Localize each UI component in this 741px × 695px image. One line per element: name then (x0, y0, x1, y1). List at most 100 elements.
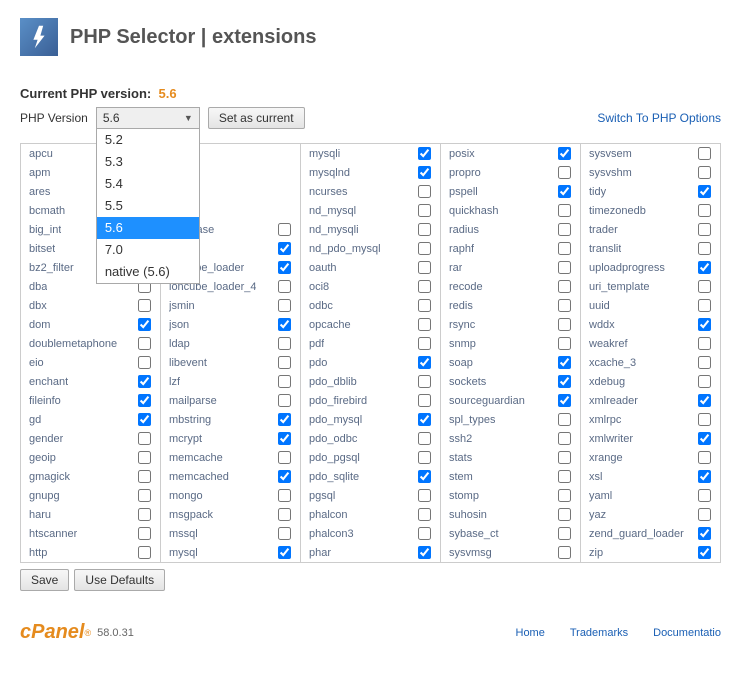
extension-checkbox[interactable] (698, 508, 711, 521)
extension-checkbox[interactable] (558, 299, 571, 312)
extension-checkbox[interactable] (418, 166, 431, 179)
extension-checkbox[interactable] (698, 375, 711, 388)
extension-checkbox[interactable] (138, 432, 151, 445)
extension-checkbox[interactable] (278, 356, 291, 369)
extension-checkbox[interactable] (418, 527, 431, 540)
extension-checkbox[interactable] (278, 299, 291, 312)
extension-checkbox[interactable] (558, 242, 571, 255)
php-version-select[interactable]: 5.6 ▼ 5.25.35.45.55.67.0native (5.6) (96, 107, 200, 129)
extension-checkbox[interactable] (278, 527, 291, 540)
extension-checkbox[interactable] (558, 470, 571, 483)
use-defaults-button[interactable]: Use Defaults (74, 569, 165, 591)
extension-checkbox[interactable] (558, 166, 571, 179)
extension-checkbox[interactable] (558, 337, 571, 350)
extension-checkbox[interactable] (278, 508, 291, 521)
footer-link[interactable]: Trademarks (570, 627, 628, 639)
extension-checkbox[interactable] (558, 527, 571, 540)
extension-checkbox[interactable] (278, 470, 291, 483)
extension-checkbox[interactable] (418, 508, 431, 521)
dropdown-option[interactable]: 5.3 (97, 151, 199, 173)
dropdown-option[interactable]: 5.6 (97, 217, 199, 239)
extension-checkbox[interactable] (558, 280, 571, 293)
extension-checkbox[interactable] (278, 223, 291, 236)
extension-checkbox[interactable] (278, 489, 291, 502)
extension-checkbox[interactable] (698, 413, 711, 426)
extension-checkbox[interactable] (418, 470, 431, 483)
extension-checkbox[interactable] (558, 508, 571, 521)
dropdown-option[interactable]: 5.5 (97, 195, 199, 217)
extension-checkbox[interactable] (558, 546, 571, 559)
dropdown-option[interactable]: 5.4 (97, 173, 199, 195)
extension-checkbox[interactable] (138, 394, 151, 407)
extension-checkbox[interactable] (698, 280, 711, 293)
extension-checkbox[interactable] (558, 432, 571, 445)
extension-checkbox[interactable] (278, 413, 291, 426)
extension-checkbox[interactable] (418, 337, 431, 350)
switch-to-options-link[interactable]: Switch To PHP Options (597, 107, 721, 125)
extension-checkbox[interactable] (138, 413, 151, 426)
extension-checkbox[interactable] (418, 413, 431, 426)
dropdown-option[interactable]: 5.2 (97, 129, 199, 151)
extension-checkbox[interactable] (558, 413, 571, 426)
extension-checkbox[interactable] (558, 147, 571, 160)
extension-checkbox[interactable] (278, 375, 291, 388)
extension-checkbox[interactable] (138, 470, 151, 483)
extension-checkbox[interactable] (418, 375, 431, 388)
extension-checkbox[interactable] (698, 147, 711, 160)
extension-checkbox[interactable] (558, 223, 571, 236)
extension-checkbox[interactable] (698, 470, 711, 483)
footer-link[interactable]: Home (516, 627, 545, 639)
extension-checkbox[interactable] (558, 394, 571, 407)
extension-checkbox[interactable] (558, 204, 571, 217)
extension-checkbox[interactable] (698, 432, 711, 445)
extension-checkbox[interactable] (138, 451, 151, 464)
extension-checkbox[interactable] (558, 451, 571, 464)
extension-checkbox[interactable] (418, 299, 431, 312)
extension-checkbox[interactable] (138, 299, 151, 312)
extension-checkbox[interactable] (418, 242, 431, 255)
extension-checkbox[interactable] (698, 185, 711, 198)
extension-checkbox[interactable] (698, 489, 711, 502)
extension-checkbox[interactable] (418, 185, 431, 198)
extension-checkbox[interactable] (278, 337, 291, 350)
extension-checkbox[interactable] (698, 242, 711, 255)
extension-checkbox[interactable] (278, 451, 291, 464)
extension-checkbox[interactable] (418, 432, 431, 445)
extension-checkbox[interactable] (558, 318, 571, 331)
extension-checkbox[interactable] (278, 432, 291, 445)
extension-checkbox[interactable] (278, 318, 291, 331)
extension-checkbox[interactable] (698, 451, 711, 464)
extension-checkbox[interactable] (138, 546, 151, 559)
extension-checkbox[interactable] (698, 299, 711, 312)
extension-checkbox[interactable] (698, 204, 711, 217)
dropdown-option[interactable]: native (5.6) (97, 261, 199, 283)
dropdown-option[interactable]: 7.0 (97, 239, 199, 261)
extension-checkbox[interactable] (698, 394, 711, 407)
extension-checkbox[interactable] (418, 451, 431, 464)
extension-checkbox[interactable] (418, 204, 431, 217)
save-button[interactable]: Save (20, 569, 69, 591)
extension-checkbox[interactable] (138, 337, 151, 350)
extension-checkbox[interactable] (418, 546, 431, 559)
extension-checkbox[interactable] (558, 489, 571, 502)
extension-checkbox[interactable] (418, 394, 431, 407)
extension-checkbox[interactable] (698, 527, 711, 540)
extension-checkbox[interactable] (418, 147, 431, 160)
extension-checkbox[interactable] (278, 394, 291, 407)
extension-checkbox[interactable] (558, 185, 571, 198)
extension-checkbox[interactable] (138, 489, 151, 502)
extension-checkbox[interactable] (418, 261, 431, 274)
php-version-dropdown[interactable]: 5.25.35.45.55.67.0native (5.6) (96, 129, 200, 284)
extension-checkbox[interactable] (138, 318, 151, 331)
extension-checkbox[interactable] (278, 261, 291, 274)
extension-checkbox[interactable] (418, 223, 431, 236)
extension-checkbox[interactable] (418, 318, 431, 331)
extension-checkbox[interactable] (278, 280, 291, 293)
extension-checkbox[interactable] (698, 223, 711, 236)
extension-checkbox[interactable] (418, 280, 431, 293)
extension-checkbox[interactable] (418, 356, 431, 369)
extension-checkbox[interactable] (138, 508, 151, 521)
extension-checkbox[interactable] (138, 375, 151, 388)
extension-checkbox[interactable] (698, 546, 711, 559)
set-as-current-button[interactable]: Set as current (208, 107, 305, 129)
